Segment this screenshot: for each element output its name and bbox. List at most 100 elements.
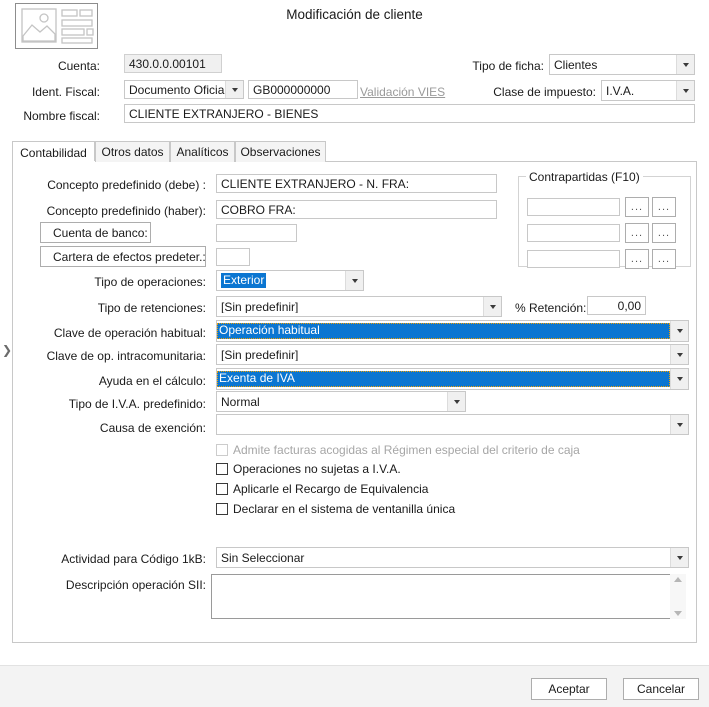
cartera-efectos-button[interactable]: Cartera de efectos predeter.:	[40, 246, 206, 267]
window-title: Modificación de cliente	[286, 7, 423, 22]
actividad-select[interactable]: Sin Seleccionar	[216, 547, 689, 568]
clave-intracomunitaria-select[interactable]: [Sin predefinir]	[216, 344, 689, 365]
chevron-down-icon[interactable]	[670, 321, 688, 341]
descripcion-sii-scrollbar[interactable]	[670, 574, 686, 619]
checkbox-operaciones-no-sujetas[interactable]: Operaciones no sujetas a I.V.A.	[216, 462, 401, 476]
checkbox-criterio-caja: Admite facturas acogidas al Régimen espe…	[216, 443, 580, 457]
ayuda-calculo-label: Ayuda en el cálculo:	[98, 374, 206, 388]
clave-operacion-habitual-select[interactable]: Operación habitual	[216, 320, 689, 342]
actividad-label: Actividad para Código 1kB:	[61, 552, 206, 566]
cuenta-input[interactable]: 430.0.0.00101	[124, 54, 222, 73]
tabstrip: Contabilidad Otros datos Analíticos Obse…	[12, 141, 697, 163]
chevron-down-icon[interactable]	[676, 55, 694, 74]
checkbox-box[interactable]	[216, 503, 228, 515]
chevron-down-icon[interactable]	[447, 392, 465, 411]
contrapartida-input-1[interactable]	[527, 198, 620, 216]
descripcion-sii-textarea[interactable]	[211, 574, 673, 619]
aceptar-button[interactable]: Aceptar	[531, 678, 607, 700]
active-tab-seam	[13, 161, 95, 163]
concepto-debe-input[interactable]: CLIENTE EXTRANJERO - N. FRA:	[216, 174, 497, 193]
cancelar-button[interactable]: Cancelar	[623, 678, 699, 700]
tab-contabilidad[interactable]: Contabilidad	[12, 141, 95, 163]
tipo-ficha-value: Clientes	[554, 58, 598, 71]
tab-label: Otros datos	[101, 145, 164, 159]
checkbox-ventanilla-unica[interactable]: Declarar en el sistema de ventanilla úni…	[216, 502, 455, 516]
chevron-down-icon[interactable]	[670, 369, 688, 389]
chevron-down-icon[interactable]	[345, 271, 363, 290]
tab-label: Observaciones	[240, 145, 321, 159]
clave-intracomunitaria-value: [Sin predefinir]	[221, 348, 299, 361]
chevron-down-icon[interactable]	[483, 297, 501, 316]
tab-observaciones[interactable]: Observaciones	[235, 141, 326, 162]
concepto-haber-input[interactable]: COBRO FRA:	[216, 200, 497, 219]
scroll-up-icon[interactable]	[674, 577, 682, 582]
chevron-down-icon[interactable]	[670, 415, 688, 434]
cartera-efectos-input[interactable]	[216, 248, 250, 266]
ayuda-calculo-value: Exenta de IVA	[217, 371, 670, 387]
tab-label: Contabilidad	[20, 145, 87, 160]
tipo-iva-value: Normal	[221, 395, 260, 408]
chevron-down-icon[interactable]	[225, 81, 243, 98]
tipo-operaciones-select[interactable]: Exterior	[216, 270, 364, 291]
tipo-ficha-select[interactable]: Clientes	[549, 54, 695, 75]
checkbox-label: Declarar en el sistema de ventanilla úni…	[233, 502, 456, 516]
pct-retencion-label: % Retención:	[515, 301, 587, 315]
tipo-retenciones-value: [Sin predefinir]	[221, 300, 299, 313]
cuenta-label: Cuenta:	[57, 59, 100, 73]
checkbox-label: Admite facturas acogidas al Régimen espe…	[233, 443, 580, 457]
tipo-operaciones-value: Exterior	[221, 272, 267, 289]
contrapartida-browse-3a-button[interactable]: ...	[625, 249, 649, 269]
cuenta-de-banco-input[interactable]	[216, 224, 297, 242]
dialog-modificacion-cliente: Modificación de cliente Cuenta: 430.0.0.…	[0, 0, 709, 707]
clase-impuesto-value: I.V.A.	[606, 84, 635, 97]
contrapartida-browse-1a-button[interactable]: ...	[625, 197, 649, 217]
causa-exencion-select[interactable]	[216, 414, 689, 435]
clave-operacion-habitual-label: Clave de operación habitual:	[53, 326, 206, 340]
checkbox-box[interactable]	[216, 483, 228, 495]
concepto-debe-label: Concepto predefinido (debe) :	[47, 178, 206, 192]
ident-fiscal-label: Ident. Fiscal:	[31, 85, 100, 99]
tipo-retenciones-label: Tipo de retenciones:	[97, 301, 206, 315]
tipo-operaciones-label: Tipo de operaciones:	[94, 275, 206, 289]
actividad-value: Sin Seleccionar	[221, 551, 305, 564]
tipo-iva-select[interactable]: Normal	[216, 391, 466, 412]
ident-fiscal-numero-input[interactable]: GB000000000	[248, 80, 358, 99]
chevron-down-icon[interactable]	[670, 345, 688, 364]
contrapartida-browse-2a-button[interactable]: ...	[625, 223, 649, 243]
checkbox-recargo-equivalencia[interactable]: Aplicarle el Recargo de Equivalencia	[216, 482, 428, 496]
tab-label: Analíticos	[176, 145, 229, 159]
clase-impuesto-select[interactable]: I.V.A.	[601, 80, 695, 101]
cuenta-de-banco-button[interactable]: Cuenta de banco:	[40, 222, 151, 243]
clave-operacion-habitual-value: Operación habitual	[217, 323, 670, 339]
concepto-haber-label: Concepto predefinido (haber):	[46, 204, 206, 218]
tab-analiticos[interactable]: Analíticos	[170, 141, 235, 162]
tab-otros-datos[interactable]: Otros datos	[95, 141, 170, 162]
contrapartida-browse-2b-button[interactable]: ...	[652, 223, 676, 243]
contrapartida-input-2[interactable]	[527, 224, 620, 242]
tipo-retenciones-select[interactable]: [Sin predefinir]	[216, 296, 502, 317]
tipo-ficha-label: Tipo de ficha:	[472, 59, 544, 73]
checkbox-label: Operaciones no sujetas a I.V.A.	[233, 462, 401, 476]
contrapartida-input-3[interactable]	[527, 250, 620, 268]
chevron-down-icon[interactable]	[676, 81, 694, 100]
panel-expander-icon[interactable]: ❯	[2, 343, 12, 357]
contrapartidas-caption: Contrapartidas (F10)	[526, 170, 643, 184]
checkbox-label: Aplicarle el Recargo de Equivalencia	[233, 482, 429, 496]
descripcion-sii-label: Descripción operación SII:	[65, 578, 206, 592]
ayuda-calculo-select[interactable]: Exenta de IVA	[216, 368, 689, 390]
chevron-down-icon[interactable]	[670, 548, 688, 567]
contrapartida-browse-1b-button[interactable]: ...	[652, 197, 676, 217]
ident-fiscal-tipo-value: Documento Oficial	[129, 83, 225, 96]
ident-fiscal-tipo-select[interactable]: Documento Oficial	[124, 80, 244, 99]
checkbox-box[interactable]	[216, 463, 228, 475]
causa-exencion-label: Causa de exención:	[99, 421, 206, 435]
nombre-fiscal-label: Nombre fiscal:	[23, 109, 100, 123]
clave-intracomunitaria-label: Clave de op. intracomunitaria:	[46, 349, 206, 363]
pct-retencion-input[interactable]: 0,00	[587, 296, 646, 315]
tipo-iva-label: Tipo de I.V.A. predefinido:	[68, 397, 206, 411]
nombre-fiscal-input[interactable]: CLIENTE EXTRANJERO - BIENES	[124, 104, 695, 123]
contrapartida-browse-3b-button[interactable]: ...	[652, 249, 676, 269]
checkbox-box	[216, 444, 228, 456]
clase-impuesto-label: Clase de impuesto:	[493, 85, 596, 99]
scroll-down-icon[interactable]	[674, 611, 682, 616]
